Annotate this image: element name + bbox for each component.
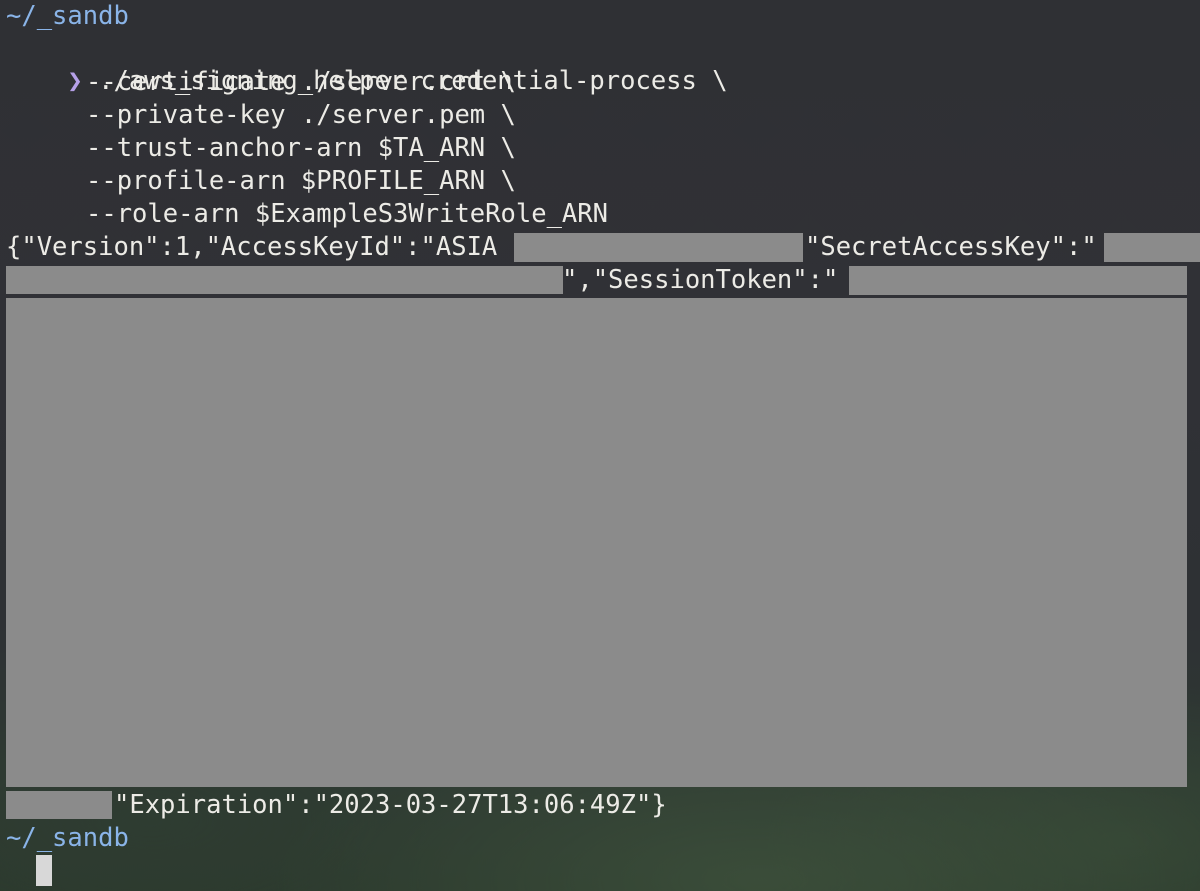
cwd-line-after: ~/_sandb — [6, 823, 129, 853]
text-cursor — [36, 855, 52, 886]
cwd-line: ~/_sandb — [6, 1, 129, 31]
command-arg-profile: --profile-arn $PROFILE_ARN \ — [86, 166, 516, 196]
output-expiration: "Expiration":"2023-03-27T13:06:49Z"} — [114, 790, 667, 820]
redaction-session-token-end — [6, 791, 112, 819]
redaction-session-token-start — [849, 266, 1187, 295]
command-line: ❯ ./aws_signing_helper credential-proces… — [6, 33, 727, 96]
command-arg-certificate: --certificate ./server.crt \ — [86, 67, 516, 97]
command-arg-role: --role-arn $ExampleS3WriteRole_ARN — [86, 199, 608, 229]
output-version-line: {"Version":1,"AccessKeyId":"ASIA — [6, 232, 498, 262]
redaction-secret-key-end — [6, 266, 563, 294]
command-arg-private-key: --private-key ./server.pem \ — [86, 100, 516, 130]
output-secret-key-label: "SecretAccessKey":" — [805, 232, 1097, 262]
command-arg-trust-anchor: --trust-anchor-arn $TA_ARN \ — [86, 133, 516, 163]
redaction-access-key — [514, 233, 803, 262]
redaction-secret-key-start — [1104, 233, 1200, 262]
terminal-window[interactable]: ~/_sandb ❯ ./aws_signing_helper credenti… — [0, 0, 1200, 891]
output-session-token-label: ","SessionToken":" — [562, 265, 839, 295]
redaction-session-token-body — [6, 298, 1187, 787]
